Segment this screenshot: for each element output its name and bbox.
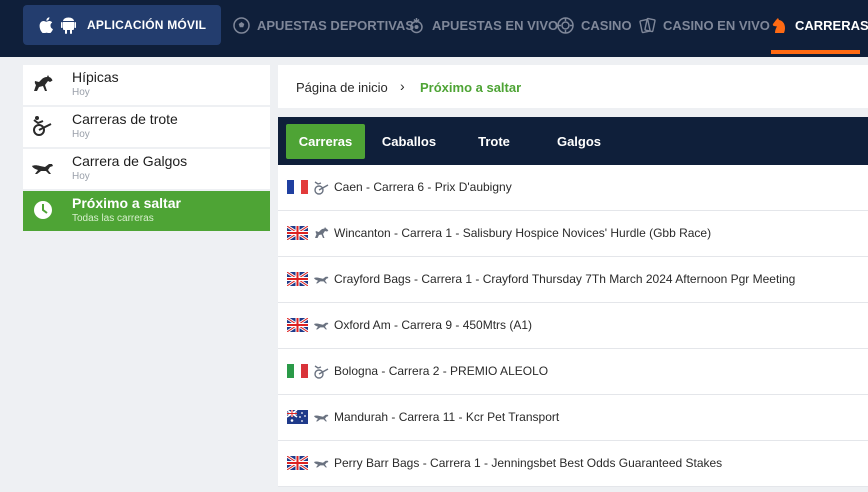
- race-row[interactable]: Perry Barr Bags - Carrera 1 - Jenningsbe…: [278, 441, 868, 487]
- trotting-cart-icon: [33, 116, 52, 136]
- soccer-ball-icon: [233, 16, 250, 34]
- nav-casino[interactable]: CASINO: [557, 0, 632, 50]
- sidebar-item-title: Hípicas: [72, 69, 119, 85]
- italy-flag-icon: [287, 364, 308, 378]
- race-name: Oxford Am - Carrera 9 - 450Mtrs (A1): [334, 318, 533, 332]
- australia-flag-icon: [287, 410, 308, 424]
- race-row[interactable]: Oxford Am - Carrera 9 - 450Mtrs (A1): [278, 303, 868, 349]
- greyhound-icon: [32, 164, 53, 174]
- apple-icon: [39, 17, 53, 33]
- sidebar-item-subtitle: Hoy: [72, 129, 90, 140]
- cards-icon: [639, 17, 656, 33]
- android-icon: [61, 17, 76, 34]
- race-row[interactable]: Crayford Bags - Carrera 1 - Crayford Thu…: [278, 257, 868, 303]
- greyhound-icon: [314, 460, 329, 468]
- breadcrumb-home-link[interactable]: Página de inicio: [296, 80, 388, 95]
- sidebar-item-subtitle: Hoy: [72, 87, 90, 98]
- mobile-app-button[interactable]: APLICACIÓN MÓVIL: [23, 5, 221, 45]
- trotting-cart-icon: [314, 181, 329, 195]
- greyhound-icon: [314, 322, 329, 330]
- tab-trotting[interactable]: Trote: [464, 124, 524, 159]
- horse-head-icon: [772, 17, 785, 33]
- race-type-tabs: Carreras Caballos Trote Galgos: [278, 117, 868, 165]
- breadcrumb-current: Próximo a saltar: [420, 80, 522, 95]
- race-name: Bologna - Carrera 2 - PREMIO ALEOLO: [334, 364, 549, 378]
- race-name: Caen - Carrera 6 - Prix D'aubigny: [334, 180, 512, 194]
- race-name: Mandurah - Carrera 11 - Kcr Pet Transpor…: [334, 410, 560, 424]
- nav-live-casino[interactable]: CASINO EN VIVO: [639, 0, 770, 50]
- sidebar-item-next-to-jump[interactable]: Próximo a saltar Todas las carreras: [23, 191, 270, 231]
- race-name: Perry Barr Bags - Carrera 1 - Jenningsbe…: [334, 456, 723, 470]
- race-row[interactable]: Bologna - Carrera 2 - PREMIO ALEOLO: [278, 349, 868, 395]
- breadcrumb: Página de inicio › Próximo a saltar: [278, 65, 868, 108]
- tab-greyhounds[interactable]: Galgos: [546, 124, 612, 159]
- race-row[interactable]: Caen - Carrera 6 - Prix D'aubigny: [278, 165, 868, 211]
- nav-label: CARRERAS: [795, 17, 868, 33]
- trotting-cart-icon: [314, 365, 329, 379]
- breadcrumb-separator: ›: [400, 78, 405, 94]
- nav-sports-betting[interactable]: APUESTAS DEPORTIVAS: [233, 0, 414, 50]
- clock-icon: [34, 201, 52, 219]
- live-icon: [410, 17, 423, 33]
- uk-flag-icon: [287, 318, 308, 332]
- mobile-app-label: APLICACIÓN MÓVIL: [87, 18, 207, 32]
- greyhound-icon: [314, 276, 329, 284]
- nav-label: APUESTAS DEPORTIVAS: [257, 17, 414, 33]
- nav-label: CASINO EN VIVO: [663, 17, 770, 33]
- race-row[interactable]: Wincanton - Carrera 1 - Salisbury Hospic…: [278, 211, 868, 257]
- active-nav-underline: [771, 50, 860, 54]
- race-name: Crayford Bags - Carrera 1 - Crayford Thu…: [334, 272, 796, 286]
- nav-live-betting[interactable]: APUESTAS EN VIVO: [408, 0, 558, 50]
- sidebar-item-title: Carrera de Galgos: [72, 153, 188, 169]
- casino-chip-icon: [557, 16, 574, 34]
- tab-horses[interactable]: Caballos: [374, 124, 444, 159]
- race-name: Wincanton - Carrera 1 - Salisbury Hospic…: [334, 226, 712, 240]
- sidebar-item-title: Próximo a saltar: [72, 195, 181, 211]
- uk-flag-icon: [287, 272, 308, 286]
- france-flag-icon: [287, 180, 308, 194]
- race-list: Caen - Carrera 6 - Prix D'aubigny Wincan…: [278, 165, 868, 487]
- uk-flag-icon: [287, 226, 308, 240]
- nav-label: CASINO: [581, 17, 632, 33]
- sidebar-item-title: Carreras de trote: [72, 111, 178, 127]
- nav-races[interactable]: CARRERAS: [771, 0, 868, 50]
- sidebar-item-subtitle: Todas las carreras: [72, 213, 154, 224]
- tab-races[interactable]: Carreras: [286, 124, 365, 159]
- uk-flag-icon: [287, 456, 308, 470]
- horse-icon: [315, 227, 329, 238]
- nav-label: APUESTAS EN VIVO: [432, 17, 559, 33]
- sidebar-item-greyhounds[interactable]: Carrera de Galgos Hoy: [23, 149, 270, 189]
- sidebar-item-subtitle: Hoy: [72, 171, 90, 182]
- top-navigation-bar: APLICACIÓN MÓVIL APUESTAS DEPORTIVAS APU…: [0, 0, 868, 57]
- greyhound-icon: [314, 414, 329, 422]
- horse-icon: [34, 75, 53, 91]
- race-row[interactable]: Mandurah - Carrera 11 - Kcr Pet Transpor…: [278, 395, 868, 441]
- sidebar-item-trotting[interactable]: Carreras de trote Hoy: [23, 107, 270, 147]
- sidebar-item-horse-racing[interactable]: Hípicas Hoy: [23, 65, 270, 105]
